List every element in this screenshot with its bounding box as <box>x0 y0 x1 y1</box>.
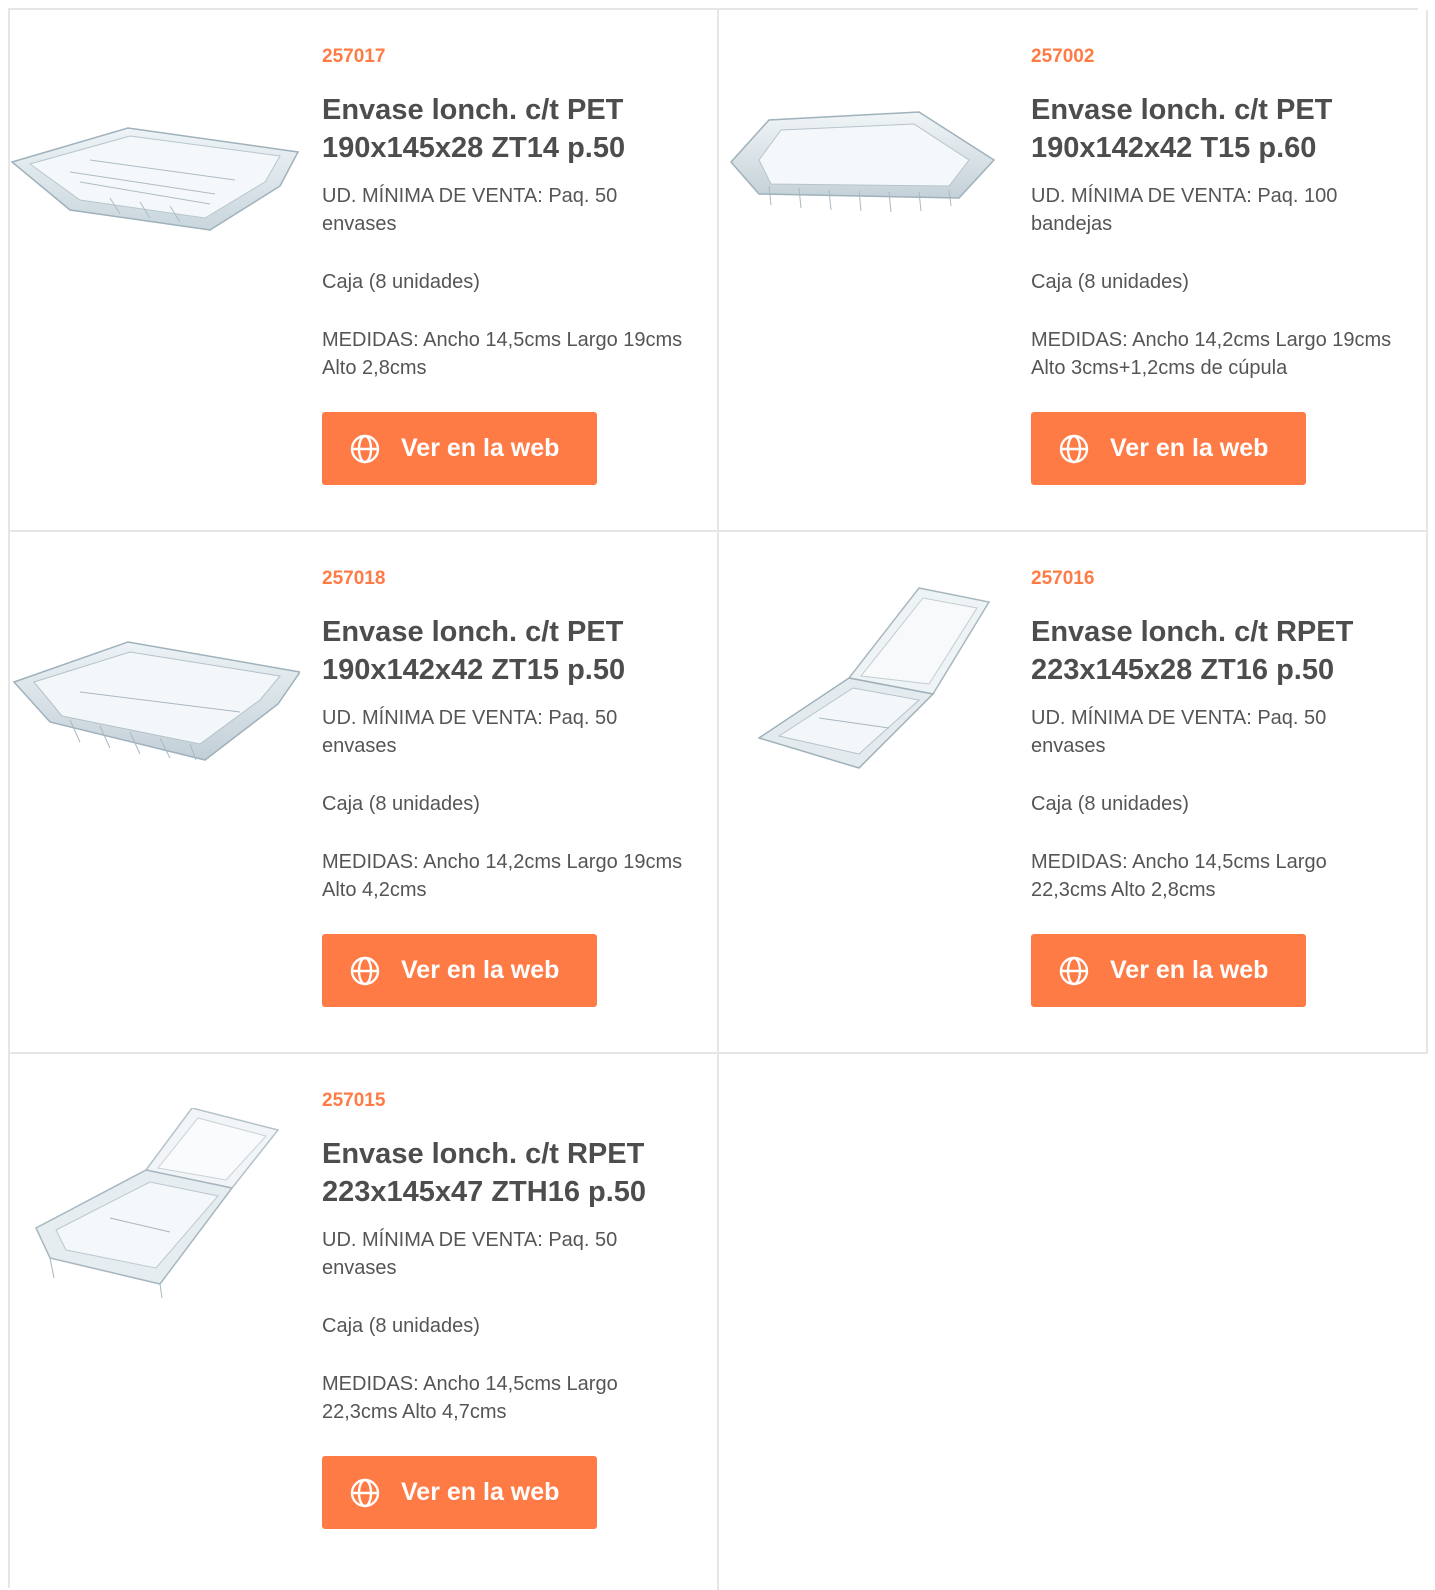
globe-icon <box>349 1477 381 1509</box>
measures-text: MEDIDAS: Ancho 14,5cms Largo 19cms Alto … <box>322 329 683 379</box>
button-label: Ver en la web <box>401 1478 560 1506</box>
product-title[interactable]: Envase lonch. c/t RPET 223x145x28 ZT16 p… <box>1031 613 1401 689</box>
view-on-web-button[interactable]: Ver en la web <box>322 412 597 485</box>
product-title[interactable]: Envase lonch. c/t PET 190x145x28 ZT14 p.… <box>322 91 692 167</box>
product-code: 257002 <box>1031 46 1095 67</box>
product-image[interactable] <box>10 1108 300 1308</box>
product-image[interactable] <box>719 90 1009 290</box>
product-code: 257015 <box>322 1090 386 1111</box>
product-grid: 257017 Envase lonch. c/t PET 190x145x28 … <box>8 8 1428 1590</box>
measures-text: MEDIDAS: Ancho 14,2cms Largo 19cms Alto … <box>1031 329 1392 379</box>
product-image[interactable] <box>10 90 300 290</box>
measures-text: MEDIDAS: Ancho 14,2cms Largo 19cms Alto … <box>322 851 683 901</box>
globe-icon <box>349 433 381 465</box>
product-title[interactable]: Envase lonch. c/t RPET 223x145x47 ZTH16 … <box>322 1135 692 1211</box>
button-label: Ver en la web <box>401 956 560 984</box>
product-image[interactable] <box>719 578 1009 778</box>
product-card: 257016 Envase lonch. c/t RPET 223x145x28… <box>719 532 1428 1054</box>
measures-text: MEDIDAS: Ancho 14,5cms Largo 22,3cms Alt… <box>1031 851 1327 901</box>
box-text: Caja (8 unidades) <box>322 1315 480 1337</box>
min-sale-text: UD. MÍNIMA DE VENTA: Paq. 50 envases <box>1031 707 1327 757</box>
product-code: 257016 <box>1031 568 1095 589</box>
box-text: Caja (8 unidades) <box>322 793 480 815</box>
view-on-web-button[interactable]: Ver en la web <box>322 1456 597 1529</box>
min-sale-text: UD. MÍNIMA DE VENTA: Paq. 50 envases <box>322 1229 618 1279</box>
globe-icon <box>349 955 381 987</box>
min-sale-text: UD. MÍNIMA DE VENTA: Paq. 100 bandejas <box>1031 185 1338 235</box>
view-on-web-button[interactable]: Ver en la web <box>322 934 597 1007</box>
view-on-web-button[interactable]: Ver en la web <box>1031 412 1306 485</box>
measures-text: MEDIDAS: Ancho 14,5cms Largo 22,3cms Alt… <box>322 1373 618 1423</box>
view-on-web-button[interactable]: Ver en la web <box>1031 934 1306 1007</box>
globe-icon <box>1058 433 1090 465</box>
button-label: Ver en la web <box>1110 434 1269 462</box>
globe-icon <box>1058 955 1090 987</box>
product-code: 257018 <box>322 568 386 589</box>
button-label: Ver en la web <box>401 434 560 462</box>
min-sale-text: UD. MÍNIMA DE VENTA: Paq. 50 envases <box>322 185 618 235</box>
product-image[interactable] <box>10 612 300 812</box>
product-card: 257002 Envase lonch. c/t PET 190x142x42 … <box>719 10 1428 532</box>
box-text: Caja (8 unidades) <box>1031 793 1189 815</box>
min-sale-text: UD. MÍNIMA DE VENTA: Paq. 50 envases <box>322 707 618 757</box>
product-card: 257018 Envase lonch. c/t PET 190x142x42 … <box>10 532 719 1054</box>
empty-cell <box>719 1054 1428 1576</box>
product-code: 257017 <box>322 46 386 67</box>
button-label: Ver en la web <box>1110 956 1269 984</box>
product-title[interactable]: Envase lonch. c/t PET 190x142x42 T15 p.6… <box>1031 91 1401 167</box>
product-card: 257017 Envase lonch. c/t PET 190x145x28 … <box>10 10 719 532</box>
product-title[interactable]: Envase lonch. c/t PET 190x142x42 ZT15 p.… <box>322 613 692 689</box>
box-text: Caja (8 unidades) <box>322 271 480 293</box>
product-card: 257015 Envase lonch. c/t RPET 223x145x47… <box>10 1054 719 1590</box>
box-text: Caja (8 unidades) <box>1031 271 1189 293</box>
